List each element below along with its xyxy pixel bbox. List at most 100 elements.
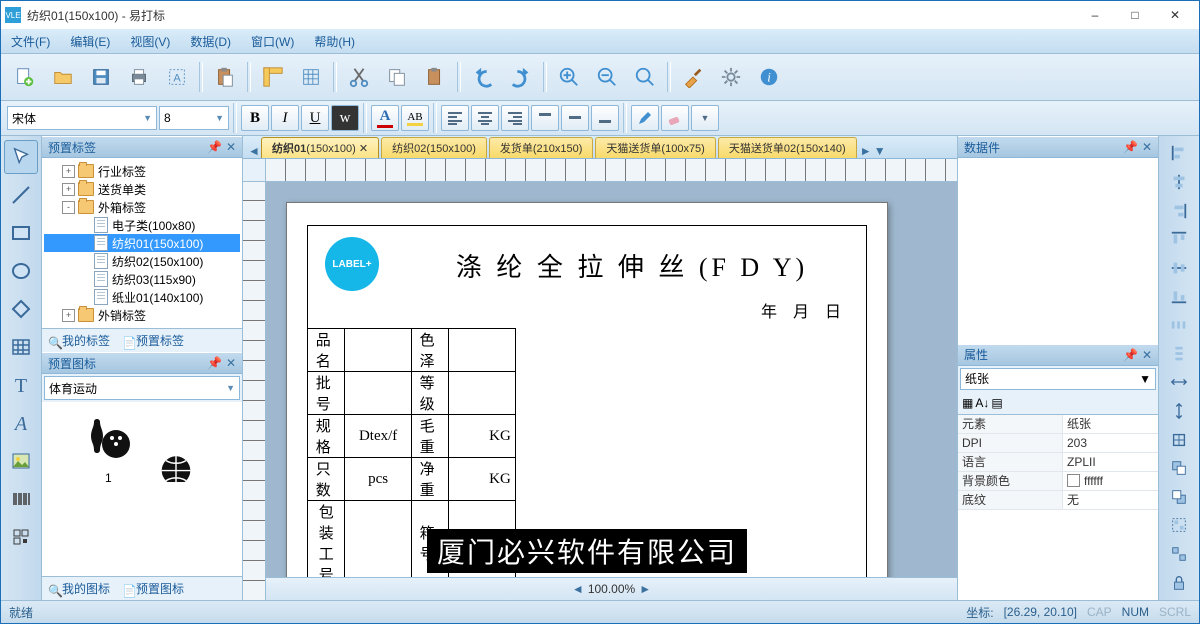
new-button[interactable] <box>7 59 43 95</box>
align-left-button[interactable] <box>441 105 469 131</box>
tree-node[interactable]: +外销标签 <box>44 306 240 324</box>
image-tool[interactable] <box>4 444 38 478</box>
tree-node[interactable]: +送货单类 <box>44 180 240 198</box>
label-paper[interactable]: LABEL+ 涤 纶 全 拉 伸 丝 (F D Y) 年 月 日 品 名色 泽 … <box>286 202 888 577</box>
rectangle-tool[interactable] <box>4 216 38 250</box>
send-back[interactable] <box>1163 484 1195 511</box>
menu-data[interactable]: 数据(D) <box>180 30 241 53</box>
distribute-h[interactable] <box>1163 312 1195 339</box>
doctab[interactable]: 天猫送货单(100x75) <box>595 137 715 158</box>
paste-button[interactable] <box>207 59 243 95</box>
panel-close-icon[interactable]: ✕ <box>226 356 236 370</box>
zoom-next[interactable]: ► <box>639 582 651 596</box>
canvas-viewport[interactable]: LABEL+ 涤 纶 全 拉 伸 丝 (F D Y) 年 月 日 品 名色 泽 … <box>266 182 957 577</box>
align-v-center[interactable] <box>1163 255 1195 282</box>
prop-pages-icon[interactable]: ▤ <box>991 396 1002 410</box>
tree-leaf[interactable]: 纸业01(140x100) <box>44 288 240 306</box>
align-bottom-edges[interactable] <box>1163 283 1195 310</box>
zoom-in-button[interactable] <box>551 59 587 95</box>
text-tool[interactable]: T <box>4 368 38 402</box>
tree-leaf-selected[interactable]: 纺织01(150x100) <box>44 234 240 252</box>
menu-window[interactable]: 窗口(W) <box>241 30 304 53</box>
tree-node[interactable]: +行业标签 <box>44 162 240 180</box>
maximize-button[interactable]: □ <box>1115 2 1155 28</box>
icon-gallery[interactable]: 1 <box>42 402 242 576</box>
tree-leaf[interactable]: 电子类(100x80) <box>44 216 240 234</box>
same-width[interactable] <box>1163 369 1195 396</box>
panel-close-icon[interactable]: ✕ <box>1142 348 1152 362</box>
barcode-tool[interactable] <box>4 482 38 516</box>
ellipse-tool[interactable] <box>4 254 38 288</box>
highlight-button[interactable]: AB <box>401 105 429 131</box>
grid-button[interactable] <box>293 59 329 95</box>
zoom-prev[interactable]: ◄ <box>572 582 584 596</box>
menu-view[interactable]: 视图(V) <box>120 30 180 53</box>
panel-pin-icon[interactable]: 📌 <box>207 356 222 370</box>
prop-sort-icon[interactable]: A↓ <box>975 396 989 410</box>
panel-pin-icon[interactable]: 📌 <box>1123 140 1138 154</box>
align-bottom-button[interactable] <box>591 105 619 131</box>
tree-leaf[interactable]: 纺织03(115x90) <box>44 270 240 288</box>
close-button[interactable]: ✕ <box>1155 2 1195 28</box>
copy-button[interactable] <box>379 59 415 95</box>
label-title[interactable]: 涤 纶 全 拉 伸 丝 (F D Y) <box>407 247 857 284</box>
info-button[interactable]: i <box>751 59 787 95</box>
label-tree[interactable]: +行业标签 +送货单类 -外箱标签 电子类(100x80) 纺织01(150x1… <box>42 158 242 328</box>
richtext-tool[interactable]: A <box>4 406 38 440</box>
preset-labels-link[interactable]: 📄预置标签 <box>122 332 184 349</box>
align-right-button[interactable] <box>501 105 529 131</box>
diamond-tool[interactable] <box>4 292 38 326</box>
tabs-menu-button[interactable]: ▼ <box>873 144 887 158</box>
icon-category-combo[interactable]: 体育运动▼ <box>44 376 240 400</box>
property-grid[interactable]: 元素纸张 DPI203 语言ZPLII 背景颜色ffffff 底纹无 <box>958 415 1158 601</box>
same-height[interactable] <box>1163 398 1195 425</box>
doctab[interactable]: 纺织02(150x100) <box>381 137 487 158</box>
preset-icons-link[interactable]: 📄预置图标 <box>122 580 184 597</box>
save-button[interactable] <box>83 59 119 95</box>
fit-selection-button[interactable]: A <box>159 59 195 95</box>
datafile-area[interactable] <box>958 158 1158 344</box>
prop-row[interactable]: DPI203 <box>958 434 1158 453</box>
basketball-icon[interactable] <box>148 442 204 485</box>
prop-categorized-icon[interactable]: ▦ <box>962 396 973 410</box>
lock[interactable] <box>1163 569 1195 596</box>
select-tool[interactable] <box>4 140 38 174</box>
panel-close-icon[interactable]: ✕ <box>226 140 236 154</box>
font-combo[interactable]: 宋体▼ <box>7 106 157 130</box>
cleanup-button[interactable] <box>675 59 711 95</box>
pen-button[interactable] <box>631 105 659 131</box>
eraser-button[interactable] <box>661 105 689 131</box>
prop-row[interactable]: 元素纸张 <box>958 415 1158 434</box>
label-footer[interactable]: 厦门必兴软件有限公司 <box>427 529 747 573</box>
align-top-edges[interactable] <box>1163 226 1195 253</box>
doctab[interactable]: 纺织01(150x100) ✕ <box>261 137 379 158</box>
italic-button[interactable]: I <box>271 105 299 131</box>
horizontal-ruler[interactable] <box>266 159 957 182</box>
minimize-button[interactable]: – <box>1075 2 1115 28</box>
fontsize-combo[interactable]: 8▼ <box>159 106 229 130</box>
align-right-edges[interactable] <box>1163 197 1195 224</box>
panel-pin-icon[interactable]: 📌 <box>1123 348 1138 362</box>
redo-button[interactable] <box>503 59 539 95</box>
vertical-ruler[interactable] <box>243 182 266 600</box>
dropdown-button[interactable]: ▼ <box>691 105 719 131</box>
align-left-edges[interactable] <box>1163 140 1195 167</box>
panel-pin-icon[interactable]: 📌 <box>207 140 222 154</box>
invert-button[interactable]: w <box>331 105 359 131</box>
prop-row[interactable]: 语言ZPLII <box>958 453 1158 472</box>
prop-row[interactable]: 底纹无 <box>958 491 1158 510</box>
line-tool[interactable] <box>4 178 38 212</box>
align-center-button[interactable] <box>471 105 499 131</box>
distribute-v[interactable] <box>1163 340 1195 367</box>
zoom-value[interactable]: 100.00% <box>588 582 635 596</box>
zoom-fit-button[interactable] <box>627 59 663 95</box>
ruler-button[interactable] <box>255 59 291 95</box>
bold-button[interactable]: B <box>241 105 269 131</box>
table-tool[interactable] <box>4 330 38 364</box>
open-button[interactable] <box>45 59 81 95</box>
bring-front[interactable] <box>1163 455 1195 482</box>
tabs-next-button[interactable]: ► <box>859 144 873 158</box>
undo-button[interactable] <box>465 59 501 95</box>
group[interactable] <box>1163 512 1195 539</box>
align-h-center[interactable] <box>1163 169 1195 196</box>
